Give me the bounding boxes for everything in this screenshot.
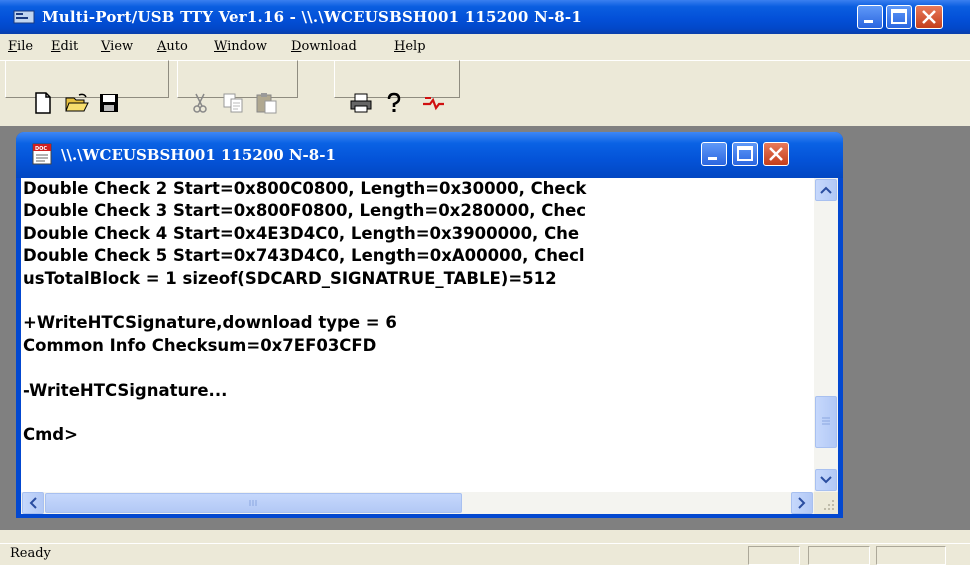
paste-button[interactable] (254, 91, 280, 115)
horizontal-scroll-thumb[interactable] (45, 493, 462, 513)
horizontal-scrollbar[interactable] (21, 492, 814, 514)
status-panel-3 (876, 546, 946, 565)
status-text: Ready (10, 546, 51, 561)
status-panel-2 (808, 546, 870, 565)
main-window-title: Multi-Port/USB TTY Ver1.16 - \\.\WCEUSBS… (42, 8, 582, 26)
close-icon (769, 147, 783, 161)
chevron-right-icon (798, 497, 806, 509)
copy-button[interactable] (221, 91, 247, 115)
terminal-line: usTotalBlock = 1 sizeof(SDCARD_SIGNATRUE… (23, 268, 557, 288)
copy-icon (223, 93, 243, 113)
main-title-bar[interactable]: Multi-Port/USB TTY Ver1.16 - \\.\WCEUSBS… (0, 0, 970, 34)
save-icon (100, 94, 118, 112)
paste-icon (256, 93, 277, 114)
connect-icon (423, 97, 444, 111)
status-bar: Ready (0, 543, 970, 565)
scroll-up-button[interactable] (815, 179, 837, 201)
resize-grip-icon (824, 500, 834, 510)
vertical-scrollbar[interactable] (814, 178, 838, 492)
minimize-icon (708, 157, 717, 160)
help-button[interactable] (381, 91, 407, 115)
terminal-line: Double Check 4 Start=0x4E3D4C0, Length=0… (23, 223, 580, 243)
terminal-line: Double Check 5 Start=0x743D4C0, Length=0… (23, 246, 585, 266)
maximize-button[interactable] (886, 5, 912, 29)
close-button[interactable] (915, 5, 943, 29)
close-icon (922, 10, 936, 24)
status-panel-1 (748, 546, 800, 565)
maximize-icon (737, 146, 753, 161)
new-button[interactable] (30, 91, 56, 115)
scroll-down-button[interactable] (815, 469, 837, 491)
connect-button[interactable] (420, 91, 446, 115)
grip-icon (249, 500, 256, 506)
terminal-app-icon (13, 10, 35, 24)
terminal-line: Double Check 2 Start=0x800C0800, Length=… (23, 179, 587, 198)
scroll-left-button[interactable] (22, 492, 44, 514)
minimize-button[interactable] (857, 5, 883, 29)
scroll-right-button[interactable] (791, 492, 813, 514)
menu-bar: File Edit View Auto Window Download Help (0, 34, 970, 60)
grip-icon (822, 417, 830, 425)
new-document-icon (35, 92, 51, 114)
menu-download[interactable]: Download (291, 39, 357, 54)
maximize-icon (891, 9, 907, 24)
cut-button[interactable] (187, 91, 213, 115)
open-folder-icon (65, 93, 89, 112)
menu-help[interactable]: Help (394, 39, 426, 54)
svg-text:DOC: DOC (35, 146, 47, 152)
terminal-child-window: DOC \\.\WCEUSBSH001 115200 N-8-1 Double … (16, 132, 843, 518)
terminal-line: Double Check 3 Start=0x800F0800, Length=… (23, 201, 587, 221)
terminal-output[interactable]: Double Check 2 Start=0x800C0800, Length=… (21, 178, 814, 492)
open-button[interactable] (64, 91, 90, 115)
cut-icon (193, 93, 207, 113)
child-close-button[interactable] (763, 142, 789, 166)
terminal-line: -WriteHTCSignature... (23, 380, 228, 400)
print-button[interactable] (348, 91, 374, 115)
child-title-bar[interactable]: DOC \\.\WCEUSBSH001 115200 N-8-1 (16, 132, 843, 178)
menu-auto[interactable]: Auto (157, 39, 188, 54)
terminal-line: Common Info Checksum=0x7EF03CFD (23, 335, 377, 355)
chevron-left-icon (29, 497, 37, 509)
save-button[interactable] (96, 91, 122, 115)
chevron-down-icon (820, 476, 832, 484)
terminal-line: +WriteHTCSignature,download type = 6 (23, 313, 397, 333)
vertical-scroll-thumb[interactable] (815, 396, 837, 448)
child-window-title: \\.\WCEUSBSH001 115200 N-8-1 (61, 146, 336, 164)
minimize-icon (864, 20, 873, 23)
menu-view[interactable]: View (101, 39, 133, 54)
chevron-up-icon (820, 186, 832, 194)
document-icon: DOC (32, 143, 52, 165)
size-grip[interactable] (814, 492, 838, 514)
toolbar (0, 60, 970, 127)
terminal-line: Cmd> (23, 425, 78, 445)
menu-file[interactable]: File (8, 39, 33, 54)
print-icon (350, 93, 372, 113)
menu-window[interactable]: Window (214, 39, 267, 54)
child-maximize-button[interactable] (732, 142, 758, 166)
menu-edit[interactable]: Edit (51, 39, 78, 54)
child-minimize-button[interactable] (701, 142, 727, 166)
help-icon (387, 92, 401, 112)
